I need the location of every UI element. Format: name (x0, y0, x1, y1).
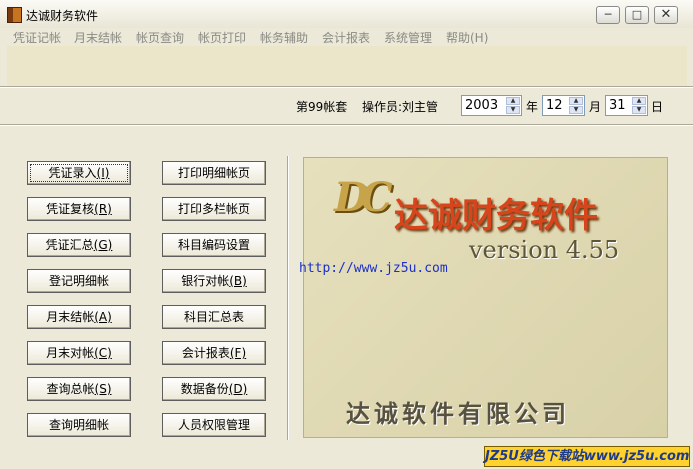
divider (0, 86, 693, 88)
month-down-arrow-icon[interactable]: ▼ (569, 106, 583, 114)
account-summary-button[interactable]: 科目汇总表 (162, 305, 266, 329)
post-detail-ledger-button[interactable]: 登记明细帐 (27, 269, 131, 293)
menu-month-end[interactable]: 月末结帐 (74, 29, 122, 46)
menu-system[interactable]: 系统管理 (384, 29, 432, 46)
month-value: 12 (546, 98, 563, 113)
button-hotkey: (D) (228, 382, 248, 396)
button-label: 科目编码设置 (177, 238, 250, 252)
voucher-entry-button[interactable]: 凭证录入(I) (27, 161, 131, 185)
menu-reports[interactable]: 会计报表 (322, 29, 370, 46)
month-spinner[interactable]: 12 ▲ ▼ (542, 95, 585, 116)
user-permission-button[interactable]: 人员权限管理 (162, 413, 266, 437)
splash-banner: DC 达诚财务软件 version 4.55 http://www.jz5u.c… (299, 157, 668, 438)
button-label: 凭证汇总 (45, 238, 94, 252)
accounting-report-button[interactable]: 会计报表(F) (162, 341, 266, 365)
download-site-watermark: JZ5U绿色下载站www.jz5u.com (484, 446, 690, 467)
print-multicolumn-ledger-button[interactable]: 打印多栏帐页 (162, 197, 266, 221)
button-hotkey: (I) (96, 166, 110, 180)
month-end-reconcile-button[interactable]: 月末对帐(C) (27, 341, 131, 365)
month-up-arrow-icon[interactable]: ▲ (569, 97, 583, 105)
data-backup-button[interactable]: 数据备份(D) (162, 377, 266, 401)
maximize-button[interactable]: □ (625, 6, 649, 24)
operator-label: 操作员:刘主管 (362, 100, 439, 114)
button-label: 人员权限管理 (177, 418, 250, 432)
button-label: 查询明细帐 (48, 418, 109, 432)
website-link[interactable]: http://www.jz5u.com (299, 261, 448, 276)
query-general-ledger-button[interactable]: 查询总帐(S) (27, 377, 131, 401)
dc-logo: DC (334, 174, 392, 221)
button-label: 银行对帐 (181, 274, 230, 288)
button-hotkey: (A) (94, 310, 112, 324)
button-label: 打印多栏帐页 (177, 202, 250, 216)
header-panel (7, 46, 687, 86)
bank-reconcile-button[interactable]: 银行对帐(B) (162, 269, 266, 293)
close-button[interactable]: ✕ (654, 6, 678, 24)
button-hotkey: (F) (229, 346, 247, 360)
button-hotkey: (C) (94, 346, 112, 360)
button-label: 会计报表 (181, 346, 230, 360)
button-label: 登记明细帐 (48, 274, 109, 288)
app-book-icon (7, 7, 22, 23)
menu-ledger-aux[interactable]: 帐务辅助 (260, 29, 308, 46)
day-value: 31 (609, 98, 626, 113)
voucher-summary-button[interactable]: 凭证汇总(G) (27, 233, 131, 257)
menu-bar: 凭证记帐 月末结帐 帐页查询 帐页打印 帐务辅助 会计报表 系统管理 帮助(H) (0, 28, 693, 46)
day-down-arrow-icon[interactable]: ▼ (632, 106, 646, 114)
button-label: 科目汇总表 (183, 310, 244, 324)
menu-ledger-query[interactable]: 帐页查询 (136, 29, 184, 46)
button-hotkey: (R) (94, 202, 112, 216)
query-detail-ledger-button[interactable]: 查询明细帐 (27, 413, 131, 437)
year-unit: 年 (526, 100, 539, 114)
brand-title: 达诚财务软件 (394, 196, 598, 236)
minimize-button[interactable]: ─ (596, 6, 620, 24)
button-label: 月末结帐 (46, 310, 95, 324)
year-down-arrow-icon[interactable]: ▼ (506, 106, 520, 114)
menu-help[interactable]: 帮助(H) (446, 29, 488, 46)
account-set-label: 第99帐套 (296, 100, 348, 114)
button-label: 查询总帐 (46, 382, 95, 396)
print-detail-ledger-button[interactable]: 打印明细帐页 (162, 161, 266, 185)
year-up-arrow-icon[interactable]: ▲ (506, 97, 520, 105)
year-spinner[interactable]: 2003 ▲ ▼ (461, 95, 522, 116)
day-up-arrow-icon[interactable]: ▲ (632, 97, 646, 105)
button-hotkey: (B) (229, 274, 247, 288)
title-bar[interactable]: 达诚财务软件 ─ □ ✕ (0, 0, 693, 28)
month-end-close-button[interactable]: 月末结帐(A) (27, 305, 131, 329)
company-name: 达诚软件有限公司 (346, 400, 570, 428)
day-unit: 日 (651, 100, 664, 114)
button-hotkey: (S) (94, 382, 112, 396)
account-code-setup-button[interactable]: 科目编码设置 (162, 233, 266, 257)
voucher-review-button[interactable]: 凭证复核(R) (27, 197, 131, 221)
button-label: 凭证复核 (46, 202, 95, 216)
button-label: 凭证录入 (48, 166, 97, 180)
window-title: 达诚财务软件 (26, 9, 99, 23)
button-label: 数据备份 (180, 382, 229, 396)
divider (0, 124, 693, 126)
year-value: 2003 (465, 98, 499, 113)
button-label: 月末对帐 (46, 346, 95, 360)
menu-ledger-print[interactable]: 帐页打印 (198, 29, 246, 46)
menu-voucher[interactable]: 凭证记帐 (13, 29, 61, 46)
button-label: 打印明细帐页 (177, 166, 250, 180)
month-unit: 月 (589, 100, 602, 114)
vertical-divider (287, 156, 289, 440)
day-spinner[interactable]: 31 ▲ ▼ (605, 95, 648, 116)
button-hotkey: (G) (93, 238, 113, 252)
version-label: version 4.55 (469, 236, 620, 264)
